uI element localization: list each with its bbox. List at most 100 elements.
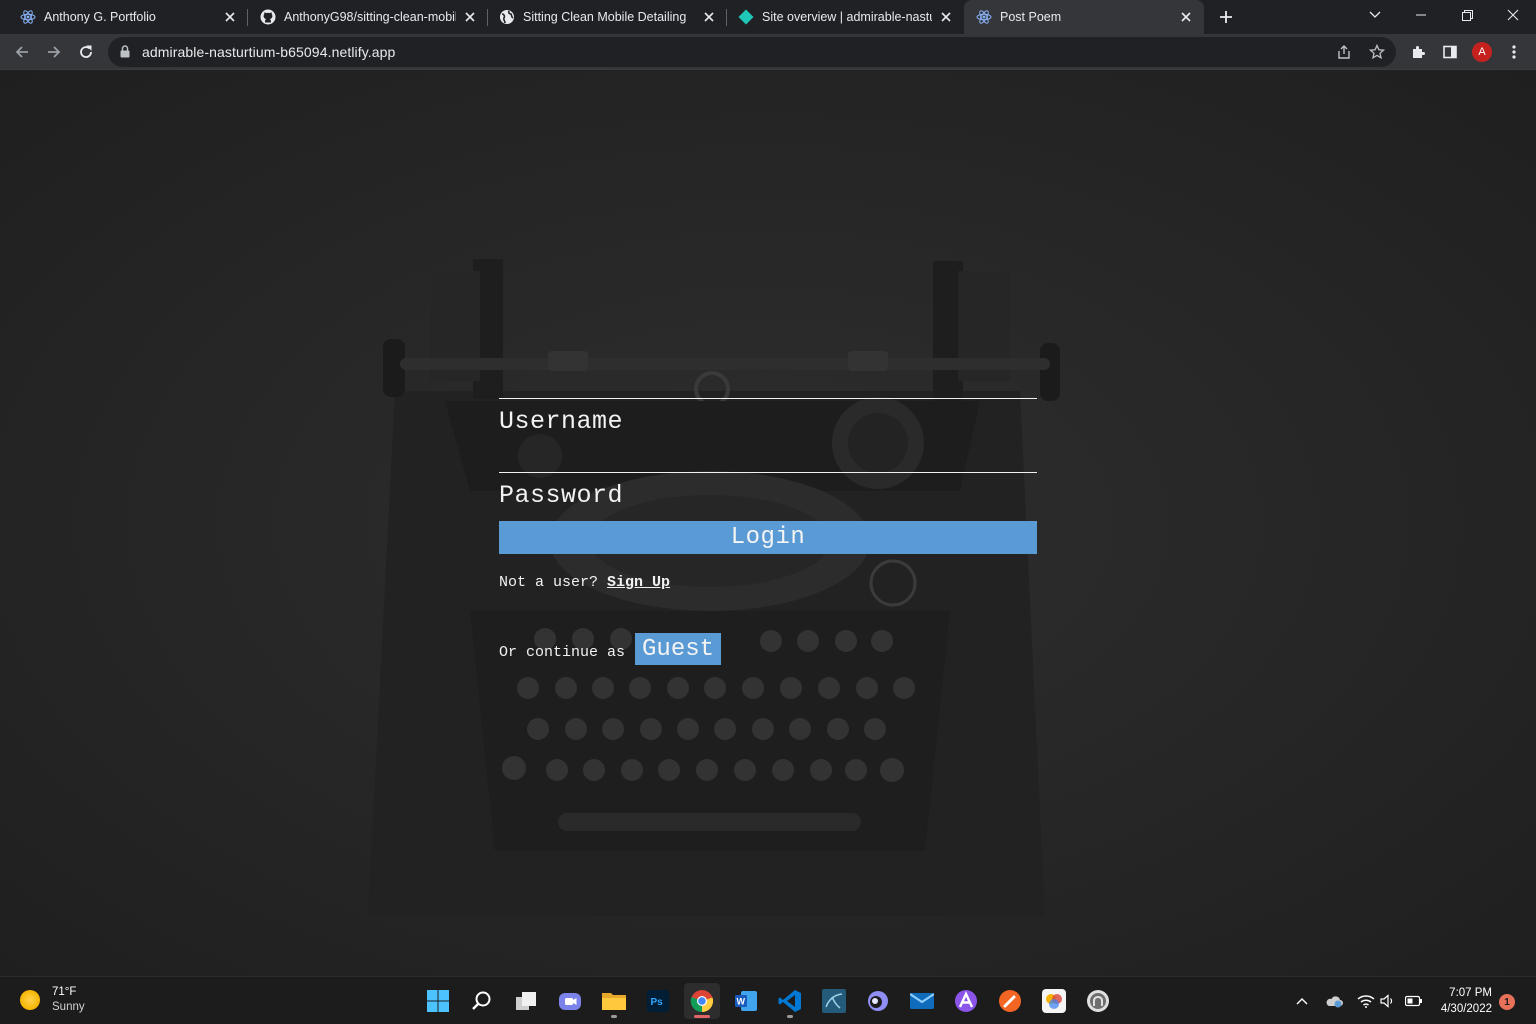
mail-button[interactable] (904, 983, 940, 1019)
file-explorer-icon (602, 993, 626, 1010)
chrome-button[interactable] (684, 983, 720, 1019)
page-viewport: Username Password Login Not a user? Sign… (0, 71, 1536, 976)
url-text[interactable]: admirable-nasturtium-b65094.netlify.app (142, 44, 395, 60)
login-button[interactable]: Login (499, 521, 1037, 554)
file-explorer-button[interactable] (596, 983, 632, 1019)
menu-button[interactable] (1500, 38, 1528, 66)
start-button[interactable] (420, 983, 456, 1019)
github-desktop-button[interactable] (1080, 983, 1116, 1019)
tab-sitting-clean[interactable]: Sitting Clean Mobile Detailing (487, 0, 727, 34)
battery-icon (1405, 995, 1422, 1007)
tab-github-repo[interactable]: AnthonyG98/sitting-clean-mobile (248, 0, 488, 34)
address-bar[interactable]: admirable-nasturtium-b65094.netlify.app (108, 37, 1396, 67)
signup-prompt-text: Not a user? (499, 574, 599, 591)
guest-prompt: Or continue as Guest (499, 633, 722, 665)
react-icon (976, 9, 992, 25)
arc-icon (955, 990, 977, 1012)
running-indicator (787, 1015, 793, 1018)
speaker-icon (1380, 994, 1393, 1008)
tab-title: AnthonyG98/sitting-clean-mobile (284, 10, 456, 24)
taskbar-search-button[interactable] (464, 983, 500, 1019)
windows-taskbar: 71°F Sunny Ps W 7:07 PM 4/30/2022 1 (0, 976, 1536, 1024)
word-button[interactable]: W (728, 983, 764, 1019)
guest-button[interactable]: Guest (635, 633, 722, 665)
wifi-tray-button[interactable] (1356, 991, 1376, 1011)
password-field[interactable]: Password (499, 472, 1037, 517)
chrome-icon (690, 990, 714, 1013)
brush-icon (999, 990, 1021, 1012)
close-window-button[interactable] (1490, 0, 1536, 30)
lock-icon[interactable] (120, 45, 130, 63)
running-indicator (611, 1015, 617, 1018)
weather-widget[interactable]: 71°F Sunny (20, 985, 85, 1015)
username-input[interactable] (499, 399, 1037, 472)
tab-anthony-portfolio[interactable]: Anthony G. Portfolio (8, 0, 248, 34)
side-panel-icon (1443, 45, 1457, 59)
photoshop-icon: Ps (647, 990, 669, 1012)
svg-text:W: W (737, 997, 746, 1007)
vscode-icon (778, 990, 801, 1012)
task-view-button[interactable] (508, 983, 544, 1019)
plus-icon (1220, 11, 1232, 23)
password-input[interactable] (499, 473, 1037, 517)
onedrive-tray-button[interactable] (1324, 991, 1344, 1011)
system-clock[interactable]: 7:07 PM 4/30/2022 (1430, 985, 1492, 1017)
kebab-menu-icon (1512, 45, 1516, 59)
username-field[interactable]: Username (499, 398, 1037, 472)
battery-tray-button[interactable] (1404, 991, 1424, 1011)
tab-title: Anthony G. Portfolio (44, 10, 156, 24)
tab-title: Sitting Clean Mobile Detailing (523, 10, 687, 24)
close-icon[interactable] (701, 9, 717, 25)
notification-badge[interactable]: 1 (1499, 994, 1515, 1010)
tab-netlify-overview[interactable]: Site overview | admirable-nasturt (726, 0, 964, 34)
signup-link[interactable]: Sign Up (607, 574, 670, 591)
mysql-workbench-icon (822, 989, 846, 1013)
chevron-up-icon (1296, 998, 1308, 1005)
forward-arrow-icon (48, 46, 61, 58)
new-tab-button[interactable] (1214, 5, 1238, 29)
clock-date: 4/30/2022 (1440, 1003, 1492, 1015)
task-view-icon (516, 992, 536, 1010)
search-icon (472, 991, 491, 1010)
browser-toolbar: admirable-nasturtium-b65094.netlify.app … (0, 34, 1536, 70)
volume-tray-button[interactable] (1378, 991, 1398, 1011)
github-icon (260, 9, 276, 25)
extensions-button[interactable] (1404, 38, 1432, 66)
close-icon[interactable] (1178, 9, 1194, 25)
vscode-button[interactable] (772, 983, 808, 1019)
react-icon (20, 9, 36, 25)
brush-app-button[interactable] (992, 983, 1028, 1019)
mysql-workbench-button[interactable] (816, 983, 852, 1019)
tab-search-button[interactable] (1352, 0, 1398, 30)
share-icon[interactable] (1336, 44, 1352, 65)
puzzle-icon (1413, 46, 1425, 58)
signup-prompt: Not a user? Sign Up (499, 574, 670, 591)
github-desktop-icon (1087, 990, 1109, 1012)
close-icon[interactable] (462, 9, 478, 25)
forward-button[interactable] (40, 38, 68, 66)
close-icon[interactable] (222, 9, 238, 25)
bookmark-star-icon[interactable] (1368, 43, 1386, 65)
minimize-button[interactable] (1398, 0, 1444, 30)
arc-button[interactable] (948, 983, 984, 1019)
app-circle-icon (868, 991, 888, 1011)
tab-post-poem[interactable]: Post Poem (964, 0, 1204, 34)
wifi-icon (1357, 995, 1375, 1008)
start-icon (427, 990, 449, 1012)
restore-button[interactable] (1444, 0, 1490, 30)
photoshop-button[interactable]: Ps (640, 983, 676, 1019)
back-button[interactable] (8, 38, 36, 66)
close-icon[interactable] (938, 9, 954, 25)
reload-button[interactable] (72, 38, 100, 66)
photos-button[interactable] (1036, 983, 1072, 1019)
teams-chat-button[interactable] (552, 983, 588, 1019)
side-panel-button[interactable] (1436, 38, 1464, 66)
profile-avatar[interactable]: A (1472, 42, 1492, 62)
sun-icon (20, 990, 40, 1010)
minimize-icon (1416, 14, 1426, 16)
show-hidden-icons-button[interactable] (1292, 991, 1312, 1011)
weather-condition: Sunny (52, 1001, 85, 1013)
mail-icon (910, 993, 934, 1009)
weather-text: 71°F Sunny (52, 985, 85, 1015)
app-circle-button[interactable] (860, 983, 896, 1019)
